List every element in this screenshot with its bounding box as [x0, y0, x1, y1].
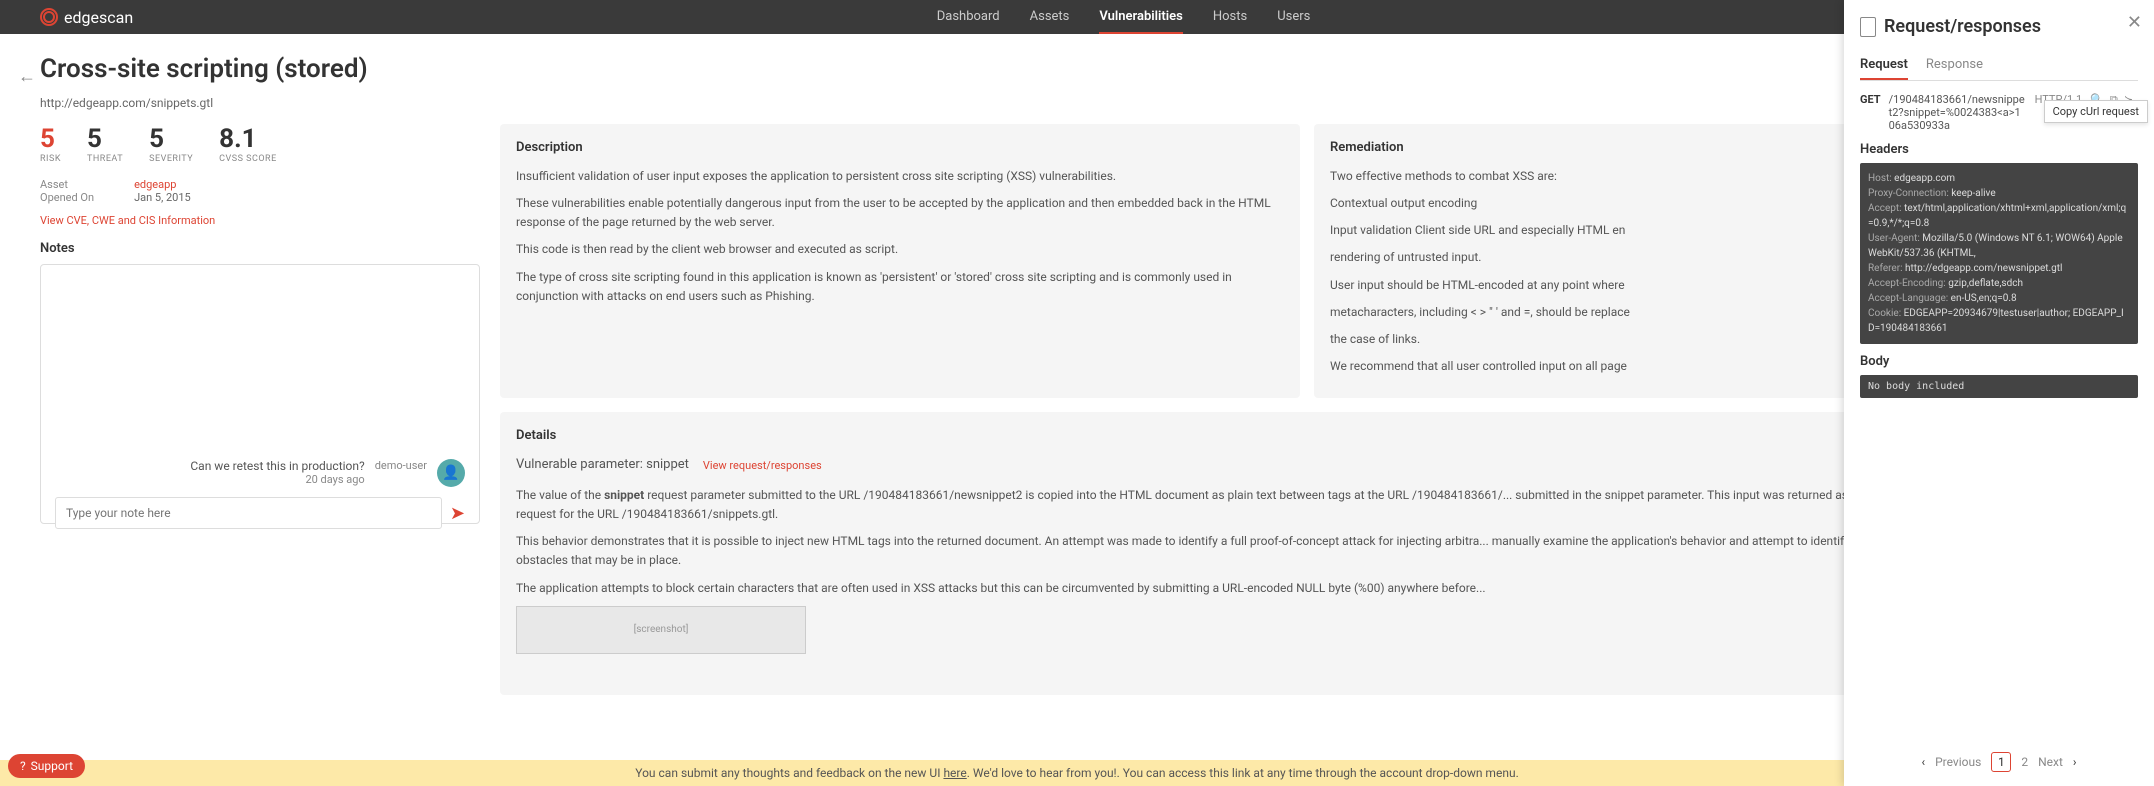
http-method: GET [1860, 93, 1881, 106]
cve-link[interactable]: View CVE, CWE and CIS Information [40, 214, 480, 227]
metric-severity: 5SEVERITY [149, 124, 193, 164]
description-card: Description Insufficient validation of u… [500, 124, 1300, 398]
tab-request[interactable]: Request [1860, 51, 1908, 80]
top-nav: edgescan Dashboard Assets Vulnerabilitie… [0, 0, 2154, 34]
panel-tabs: Request Response [1860, 51, 2138, 81]
description-heading: Description [516, 138, 1284, 159]
metric-cvss: 8.1CVSS SCORE [219, 124, 277, 164]
close-icon[interactable]: ✕ [2127, 12, 2142, 33]
metric-risk: 5RISK [40, 124, 61, 164]
note-item: Can we retest this in production? 20 day… [55, 279, 465, 487]
page-current[interactable]: 1 [1991, 752, 2011, 772]
pagination: ‹ Previous 1 2 Next › [1844, 752, 2154, 772]
left-column: 5RISK 5THREAT 5SEVERITY 8.1CVSS SCORE As… [40, 124, 480, 695]
view-request-responses-link[interactable]: View request/responses [703, 457, 822, 475]
back-arrow-icon[interactable]: ← [18, 66, 36, 87]
feedback-link[interactable]: here [943, 766, 966, 780]
logo-icon [40, 8, 58, 26]
note-user: demo-user [375, 459, 427, 472]
page-title: Cross-site scripting (stored) [40, 54, 2114, 84]
nav-items: Dashboard Assets Vulnerabilities Hosts U… [937, 1, 1311, 34]
nav-assets[interactable]: Assets [1030, 1, 1070, 34]
body-heading: Body [1860, 354, 2138, 369]
help-icon: ? [20, 759, 26, 773]
asset-info: AssetOpened On edgeappJan 5, 2015 [40, 178, 480, 204]
nav-hosts[interactable]: Hosts [1213, 1, 1247, 34]
page-content: (1/70) Open ← Cross-site scripting (stor… [0, 34, 2154, 695]
evidence-screenshot[interactable]: [screenshot] [516, 606, 806, 654]
avatar-icon: 👤 [437, 459, 465, 487]
copy-curl-tooltip: Copy cUrl request [2044, 100, 2148, 123]
page-2[interactable]: 2 [2021, 755, 2028, 769]
tab-response[interactable]: Response [1926, 51, 1983, 80]
nav-vulnerabilities[interactable]: Vulnerabilities [1099, 1, 1182, 34]
brand-name: edgescan [64, 8, 133, 27]
metrics-row: 5RISK 5THREAT 5SEVERITY 8.1CVSS SCORE [40, 124, 480, 164]
next-button[interactable]: Next [2038, 755, 2063, 769]
vulnerable-parameter: Vulnerable parameter: snippet [516, 455, 689, 476]
chevron-right-icon[interactable]: › [2073, 755, 2077, 769]
note-meta: 20 days ago [190, 473, 364, 486]
nav-users[interactable]: Users [1277, 1, 1310, 34]
panel-title: Request/responses [1860, 16, 2138, 37]
headers-heading: Headers [1860, 142, 2138, 157]
previous-button[interactable]: Previous [1935, 755, 1981, 769]
notes-box: Can we retest this in production? 20 day… [40, 264, 480, 524]
notes-heading: Notes [40, 241, 480, 256]
headers-box: Host: edgeapp.comProxy-Connection: keep-… [1860, 163, 2138, 344]
note-input-row: ➤ [55, 497, 465, 529]
chevron-left-icon[interactable]: ‹ [1922, 755, 1926, 769]
asset-name-link[interactable]: edgeapp [134, 178, 191, 191]
vuln-url: http://edgeapp.com/snippets.gtl [40, 96, 2114, 110]
metric-threat: 5THREAT [87, 124, 123, 164]
support-button[interactable]: ? Support [8, 754, 85, 778]
request-url: /190484183661/newsnippet2?snippet=%00243… [1889, 93, 2027, 132]
nav-dashboard[interactable]: Dashboard [937, 1, 1000, 34]
brand-logo[interactable]: edgescan [40, 8, 133, 27]
note-text: Can we retest this in production? [190, 459, 364, 473]
request-response-panel: ✕ Request/responses Request Response Cop… [1844, 0, 2154, 786]
note-input[interactable] [55, 497, 442, 529]
body-box: No body included [1860, 375, 2138, 398]
feedback-banner: You can submit any thoughts and feedback… [0, 760, 2154, 786]
send-icon[interactable]: ➤ [450, 503, 465, 524]
document-icon [1860, 17, 1876, 37]
